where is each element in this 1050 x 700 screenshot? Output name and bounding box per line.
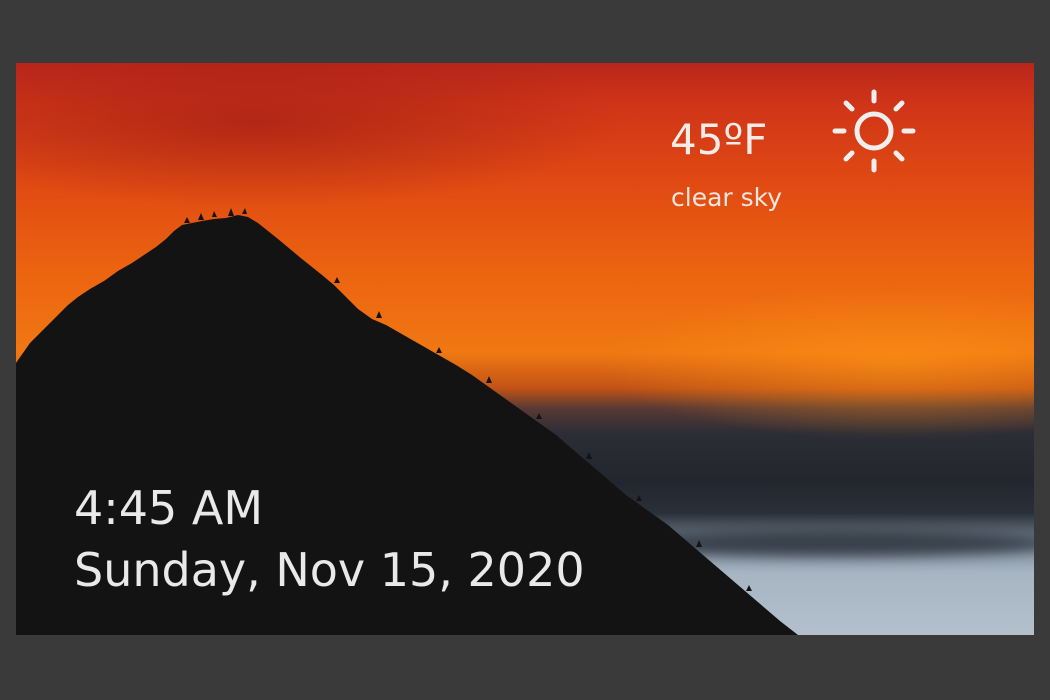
sun-icon: [832, 89, 916, 173]
temperature-readout: 45ºF: [670, 115, 768, 164]
display-frame: 45ºF clear sky 4:45 AM Sunday, Nov 15, 2…: [16, 63, 1034, 635]
clock-date: Sunday, Nov 15, 2020: [74, 543, 585, 597]
weather-description: clear sky: [671, 183, 783, 212]
clock-time: 4:45 AM: [74, 481, 264, 535]
